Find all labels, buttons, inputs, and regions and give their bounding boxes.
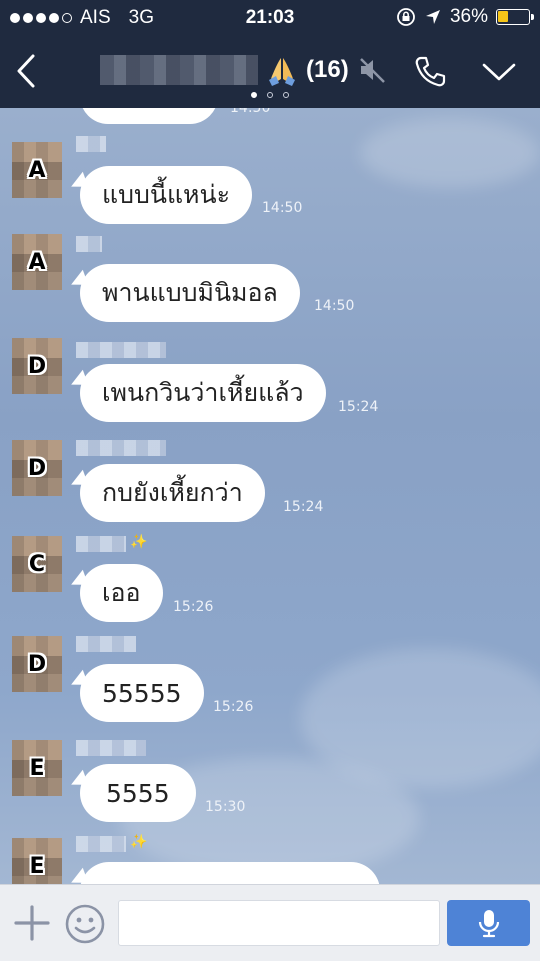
microphone-icon: [478, 910, 499, 938]
message-row: ✨ E: [0, 830, 540, 884]
message-text: แบบนี้แหน่ะ: [102, 180, 231, 209]
battery-icon: [496, 9, 534, 25]
avatar-letter: A: [28, 158, 46, 183]
blurred-group-name: [100, 55, 258, 85]
message-time: 14:50: [230, 108, 271, 116]
sender-name-blurred: [76, 740, 146, 756]
page-indicator: [0, 92, 540, 98]
avatar[interactable]: A: [12, 142, 62, 198]
page-dot: [283, 92, 289, 98]
battery-fill: [498, 11, 508, 22]
sender-name-blurred: [76, 236, 102, 252]
message-time: 15:24: [338, 399, 379, 415]
avatar[interactable]: D: [12, 636, 62, 692]
message-time: 14:50: [314, 298, 355, 314]
call-button[interactable]: [412, 54, 448, 90]
member-count: (16): [306, 56, 349, 83]
avatar-letter: A: [28, 250, 46, 275]
sender-name-blurred: [76, 836, 126, 852]
message-row: D เพนกวินว่าเหี้ยแล้ว 15:24: [0, 330, 540, 430]
message-time: 15:26: [173, 599, 214, 615]
chat-area[interactable]: 14:50 A แบบนี้แหน่ะ 14:50 A พานแบบมินิมอ…: [0, 108, 540, 884]
status-right: 36%: [396, 6, 534, 28]
partial-message: 14:50: [0, 108, 540, 124]
message-time: 15:26: [213, 699, 254, 715]
avatar[interactable]: D: [12, 440, 62, 496]
message-text: พานแบบมินิมอล: [102, 278, 278, 307]
avatar[interactable]: C: [12, 536, 62, 592]
back-button[interactable]: [6, 48, 46, 94]
avatar[interactable]: E: [12, 838, 62, 884]
message-row: D 55555 15:26: [0, 630, 540, 730]
emoji-button[interactable]: [64, 903, 106, 945]
message-text: 55555: [102, 678, 182, 708]
message-bubble[interactable]: กบยังเหี้ยกว่า: [80, 464, 265, 522]
mute-icon: [359, 58, 385, 83]
sender-name-blurred: [76, 636, 136, 652]
message-bubble[interactable]: [80, 862, 380, 884]
message-row: A พานแบบมินิมอล 14:50: [0, 230, 540, 330]
message-bubble[interactable]: เออ: [80, 564, 163, 622]
sender-name-blurred: [76, 342, 166, 358]
avatar-letter: D: [27, 456, 47, 481]
avatar[interactable]: A: [12, 234, 62, 290]
message-text: 5555: [106, 778, 170, 808]
message-input[interactable]: [118, 900, 440, 946]
avatar[interactable]: E: [12, 740, 62, 796]
message-text: เออ: [102, 578, 141, 607]
voice-message-button[interactable]: [447, 900, 530, 946]
message-row: E 5555 15:30: [0, 730, 540, 830]
location-arrow-icon: [425, 10, 440, 24]
page-dot: [267, 92, 273, 98]
message-time: 14:50: [262, 200, 303, 216]
message-bubble[interactable]: พานแบบมินิมอล: [80, 264, 300, 322]
message-text: เพนกวินว่าเหี้ยแล้ว: [102, 378, 304, 407]
expand-menu-button[interactable]: [480, 54, 518, 90]
message-bubble[interactable]: แบบนี้แหน่ะ: [80, 166, 253, 224]
avatar-letter: D: [27, 354, 47, 379]
message-time: 15:30: [205, 799, 246, 815]
sender-name-blurred: [76, 440, 166, 456]
avatar-letter: E: [29, 756, 45, 781]
message-time: 15:24: [283, 499, 324, 515]
chat-title[interactable]: (16): [100, 52, 387, 88]
sender-name-blurred: [76, 136, 106, 152]
rotation-lock-icon: [397, 8, 415, 26]
message-bubble[interactable]: เพนกวินว่าเหี้ยแล้ว: [80, 364, 326, 422]
avatar[interactable]: D: [12, 338, 62, 394]
add-attachment-button[interactable]: [12, 903, 52, 943]
message-bubble[interactable]: 5555: [80, 764, 196, 822]
message-row: ✨ C เออ 15:26: [0, 530, 540, 630]
sparkle-icon: ✨: [130, 534, 148, 550]
praying-hands-icon: [269, 58, 295, 86]
message-bubble[interactable]: 55555: [80, 664, 204, 722]
chat-header: (16): [0, 38, 540, 108]
message-text: กบยังเหี้ยกว่า: [102, 478, 243, 507]
avatar-letter: E: [29, 854, 45, 879]
sender-name-blurred: [76, 536, 126, 552]
message-bubble[interactable]: [80, 108, 218, 124]
message-row: D กบยังเหี้ยกว่า 15:24: [0, 430, 540, 530]
avatar-letter: D: [27, 652, 47, 677]
battery-percent: 36%: [449, 6, 488, 27]
page-dot: [251, 92, 257, 98]
sparkle-icon: ✨: [130, 834, 148, 850]
message-row: A แบบนี้แหน่ะ 14:50: [0, 132, 540, 232]
status-bar: AIS 3G 21:03 36%: [0, 0, 540, 38]
message-input-bar: [0, 884, 540, 961]
avatar-letter: C: [28, 552, 46, 577]
